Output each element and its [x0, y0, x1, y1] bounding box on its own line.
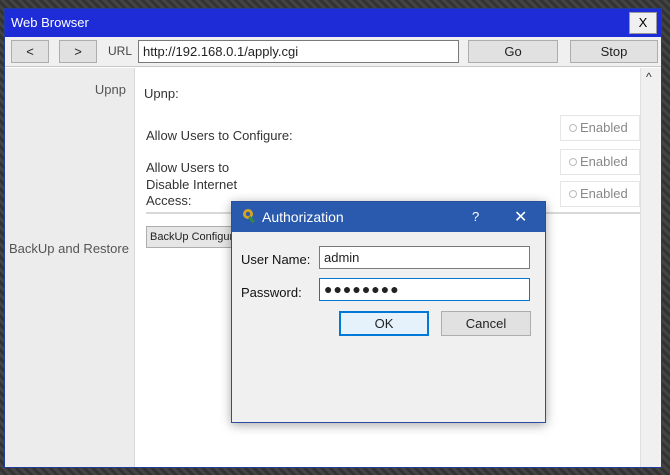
scroll-up-icon[interactable]: ^ — [646, 70, 652, 84]
section-sidebar: Upnp BackUp and Restore — [5, 68, 135, 467]
radio-label: Enabled — [580, 154, 628, 169]
radio-circle-icon — [569, 158, 577, 166]
dialog-close-button[interactable]: ✕ — [514, 207, 527, 227]
cancel-button[interactable]: Cancel — [441, 311, 531, 336]
username-label: User Name: — [241, 252, 311, 267]
upnp-heading: Upnp: — [144, 86, 179, 101]
back-button[interactable]: < — [11, 40, 49, 63]
username-input[interactable]: admin — [319, 246, 530, 269]
browser-toolbar: < > URL http://192.168.0.1/apply.cgi Go … — [5, 37, 661, 67]
forward-button[interactable]: > — [59, 40, 97, 63]
password-label: Password: — [241, 285, 302, 300]
radio-label: Enabled — [580, 120, 628, 135]
go-button[interactable]: Go — [468, 40, 558, 63]
window-close-button[interactable]: X — [629, 12, 657, 34]
sidebar-item-backup: BackUp and Restore — [9, 241, 129, 256]
window-title: Web Browser — [11, 15, 89, 30]
shield-key-icon — [243, 209, 255, 224]
dialog-titlebar: Authorization ? ✕ — [232, 202, 545, 232]
allow-configure-label: Allow Users to Configure: — [146, 128, 293, 143]
allow-disable-label-line2: Disable Internet — [146, 177, 238, 192]
authorization-dialog: Authorization ? ✕ User Name: admin Passw… — [231, 201, 546, 423]
allow-disable-enabled-radio[interactable]: Enabled — [560, 149, 640, 175]
allow-disable-label-line3: Access: — [146, 193, 192, 208]
url-input[interactable]: http://192.168.0.1/apply.cgi — [138, 40, 459, 63]
radio-circle-icon — [569, 190, 577, 198]
allow-disable-label-line1: Allow Users to — [146, 160, 230, 175]
password-input[interactable]: ●●●●●●●● — [319, 278, 530, 301]
dialog-title: Authorization — [262, 209, 344, 225]
radio-label: Enabled — [580, 186, 628, 201]
backup-configuration-button[interactable]: BackUp Configuration — [146, 226, 242, 248]
help-button[interactable]: ? — [472, 209, 479, 224]
sidebar-item-upnp: Upnp — [94, 82, 126, 97]
radio-circle-icon — [569, 124, 577, 132]
stop-button[interactable]: Stop — [570, 40, 658, 63]
third-enabled-radio[interactable]: Enabled — [560, 181, 640, 207]
allow-configure-enabled-radio[interactable]: Enabled — [560, 115, 640, 141]
window-titlebar: Web Browser X — [5, 9, 661, 37]
ok-button[interactable]: OK — [339, 311, 429, 336]
url-label: URL — [108, 44, 133, 58]
vertical-scrollbar[interactable]: ^ — [640, 68, 661, 467]
